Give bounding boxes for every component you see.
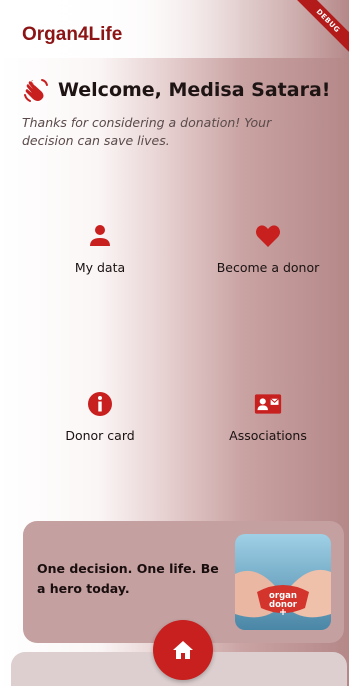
tile-my-data[interactable]: My data (25, 222, 175, 275)
person-icon (90, 225, 110, 246)
info-icon (88, 392, 112, 416)
tile-donor-card[interactable]: Donor card (25, 390, 175, 443)
app-title: Organ4Life (22, 24, 123, 45)
promo-text: One decision. One life. Be a hero today. (37, 561, 219, 596)
home-icon (173, 641, 193, 659)
home-button[interactable] (153, 620, 213, 680)
tile-associations[interactable]: Associations (193, 390, 343, 443)
tile-label: Associations (229, 428, 307, 443)
welcome-greeting: Welcome, Medisa Satara! (58, 79, 331, 101)
organ-donor-image: organ donor (235, 534, 331, 630)
tile-become-donor[interactable]: Become a donor (193, 222, 343, 275)
contact-card-icon (254, 394, 282, 414)
svg-text:donor: donor (269, 600, 298, 610)
app-screen: Organ4Life DEBUG Welcome, Medisa Satara!… (0, 0, 349, 686)
welcome-subtitle: Thanks for considering a donation! Your … (22, 115, 272, 148)
tile-label: Become a donor (216, 260, 320, 275)
app-bar: Organ4Life (0, 0, 349, 58)
welcome-header: Welcome, Medisa Satara! (22, 76, 330, 104)
waving-hand-icon (24, 79, 48, 102)
heart-icon (256, 225, 280, 247)
tile-label: My data (74, 260, 126, 275)
tile-label: Donor card (65, 428, 135, 443)
